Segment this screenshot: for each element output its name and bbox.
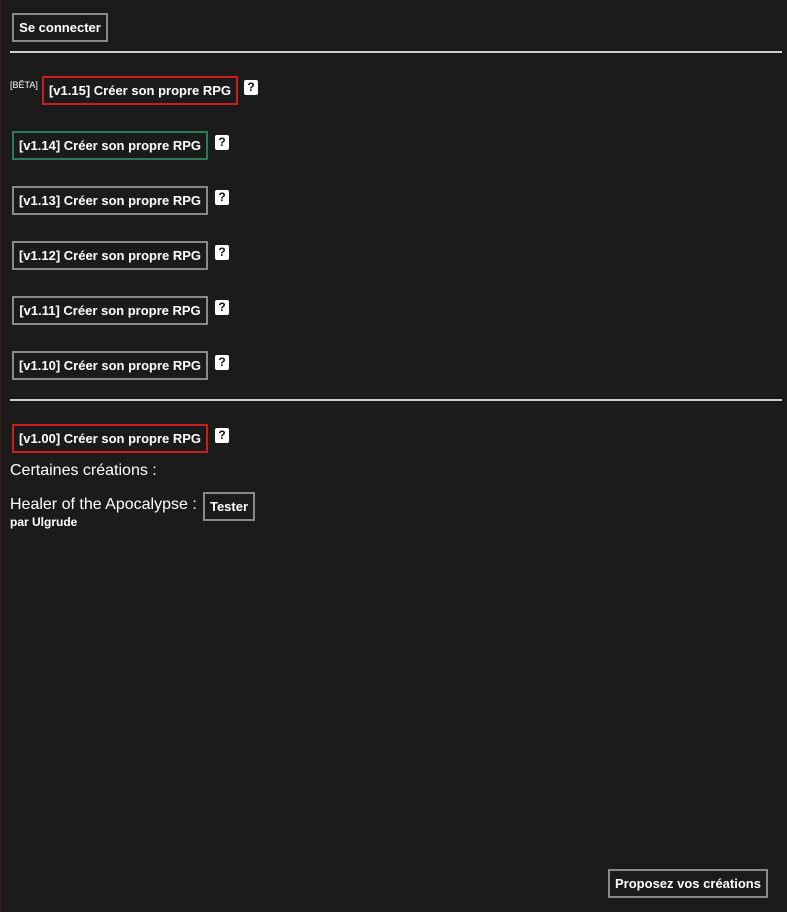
test-creation-button[interactable]: Tester: [203, 492, 255, 521]
version-v1-11-button[interactable]: [v1.11] Créer son propre RPG: [12, 296, 208, 325]
login-button[interactable]: Se connecter: [12, 13, 108, 42]
creation-title: Healer of the Apocalypse :: [10, 496, 197, 513]
help-icon[interactable]: ?: [215, 190, 229, 205]
version-v1-14-button[interactable]: [v1.14] Créer son propre RPG: [12, 131, 208, 160]
version-v1-15-button[interactable]: [v1.15] Créer son propre RPG: [42, 76, 238, 105]
version-v1-10-button[interactable]: [v1.10] Créer son propre RPG: [12, 351, 208, 380]
version-v1-00-button[interactable]: [v1.00] Créer son propre RPG: [12, 424, 208, 453]
creation-author: par Ulgrude: [10, 515, 78, 529]
help-icon[interactable]: ?: [244, 80, 258, 95]
help-icon[interactable]: ?: [215, 245, 229, 260]
help-icon[interactable]: ?: [215, 428, 229, 443]
bottom-divider: [10, 399, 782, 401]
beta-tag: [BÊTA]: [10, 80, 38, 90]
help-icon[interactable]: ?: [215, 355, 229, 370]
creations-heading: Certaines créations :: [10, 462, 157, 479]
top-divider: [10, 51, 782, 53]
submit-creations-button[interactable]: Proposez vos créations: [608, 869, 768, 898]
version-v1-12-button[interactable]: [v1.12] Créer son propre RPG: [12, 241, 208, 270]
help-icon[interactable]: ?: [215, 300, 229, 315]
version-v1-13-button[interactable]: [v1.13] Créer son propre RPG: [12, 186, 208, 215]
page: Se connecter [BÊTA] [v1.15] Créer son pr…: [0, 0, 787, 912]
help-icon[interactable]: ?: [215, 135, 229, 150]
